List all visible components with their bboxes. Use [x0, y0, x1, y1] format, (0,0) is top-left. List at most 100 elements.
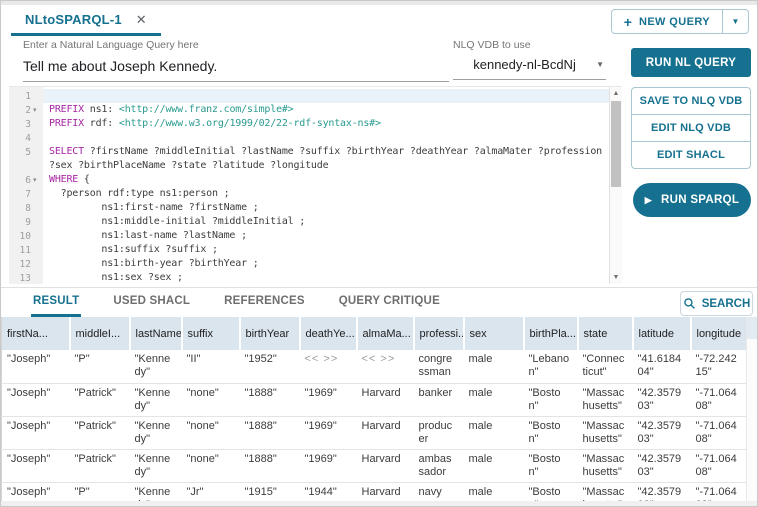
- line-number: 10: [9, 229, 43, 243]
- table-cell: "1888": [240, 449, 300, 482]
- column-header[interactable]: state: [578, 317, 633, 350]
- line-number: 6▾: [9, 173, 43, 187]
- column-header[interactable]: middleI...: [70, 317, 130, 350]
- table-cell: Harvard: [357, 449, 414, 482]
- bottom-strip: [1, 501, 758, 507]
- table-cell: << >>: [300, 350, 357, 383]
- table-row[interactable]: "Joseph""Patrick""Kennedy""none""1888""1…: [2, 449, 747, 482]
- table-cell: "Joseph": [2, 449, 70, 482]
- table-cell: "Joseph": [2, 416, 70, 449]
- save-to-nlq-vdb-button[interactable]: SAVE TO NLQ VDB: [631, 87, 751, 115]
- table-cell: "42.357903": [633, 449, 691, 482]
- search-button[interactable]: SEARCH: [680, 291, 753, 316]
- result-table-body: "Joseph""P""Kennedy""II""1952"<< >><< >>…: [2, 350, 747, 507]
- table-row[interactable]: "Joseph""Patrick""Kennedy""none""1888""1…: [2, 383, 747, 416]
- editor-scrollbar[interactable]: ▲ ▼: [609, 87, 622, 284]
- edit-shacl-button[interactable]: EDIT SHACL: [631, 141, 751, 169]
- table-cell: "1969": [300, 449, 357, 482]
- code-text: ns1:last-name ?lastName ;: [43, 229, 609, 243]
- column-header[interactable]: firstNa...: [2, 317, 70, 350]
- column-header[interactable]: suffix: [182, 317, 240, 350]
- code-text: ns1:first-name ?firstName ;: [43, 201, 609, 215]
- table-scrollbar[interactable]: [746, 317, 758, 507]
- code-text: ?person rdf:type ns1:person ;: [43, 187, 609, 201]
- line-number: 9: [9, 215, 43, 229]
- column-header[interactable]: deathYe...: [300, 317, 357, 350]
- table-cell: "42.357903": [633, 416, 691, 449]
- plus-icon: +: [624, 14, 632, 30]
- line-number: 3: [9, 117, 43, 131]
- line-number: 2▾: [9, 103, 43, 117]
- table-cell: "Kennedy": [130, 416, 182, 449]
- table-cell: "Boston": [524, 383, 578, 416]
- table-cell: "1888": [240, 416, 300, 449]
- code-line: 1: [9, 89, 609, 103]
- run-nl-query-button[interactable]: RUN NL QUERY: [631, 48, 751, 77]
- table-cell: ambassador: [414, 449, 464, 482]
- fold-icon[interactable]: ▾: [33, 176, 37, 184]
- table-cell: "none": [182, 416, 240, 449]
- result-table-header-row: firstNa...middleI...lastNamesuffixbirthY…: [2, 317, 747, 350]
- scrollbar-thumb[interactable]: [611, 101, 621, 187]
- run-sparql-button[interactable]: ▶ RUN SPARQL: [633, 183, 751, 217]
- table-cell: "Patrick": [70, 449, 130, 482]
- table-cell: "none": [182, 449, 240, 482]
- column-header[interactable]: birthYear: [240, 317, 300, 350]
- tab-used-shacl[interactable]: USED SHACL: [111, 288, 192, 317]
- edit-nlq-vdb-button[interactable]: EDIT NLQ VDB: [631, 114, 751, 142]
- table-cell: banker: [414, 383, 464, 416]
- line-number: 11: [9, 243, 43, 257]
- code-line: 13 ns1:sex ?sex ;: [9, 271, 609, 284]
- fold-icon[interactable]: ▾: [33, 106, 37, 114]
- nlq-vdb-select[interactable]: NLQ VDB to use kennedy-nl-BcdNj ▼: [453, 39, 606, 80]
- column-header[interactable]: professi...: [414, 317, 464, 350]
- nl-query-label: Enter a Natural Language Query here: [23, 39, 449, 51]
- tab-result[interactable]: RESULT: [31, 288, 81, 317]
- code-line: 10 ns1:last-name ?lastName ;: [9, 229, 609, 243]
- table-cell: "P": [70, 350, 130, 383]
- nl-query-input[interactable]: [23, 58, 449, 82]
- table-cell: "41.618404": [633, 350, 691, 383]
- sparql-editor[interactable]: 12▾PREFIX ns1: <http://www.franz.com/sim…: [9, 86, 622, 284]
- code-text: SELECT ?firstName ?middleInitial ?lastNa…: [43, 145, 609, 159]
- new-query-split-button: + NEW QUERY ▼: [611, 9, 749, 34]
- table-cell: Harvard: [357, 416, 414, 449]
- scroll-up-icon[interactable]: ▲: [610, 87, 622, 100]
- table-cell: "Patrick": [70, 383, 130, 416]
- new-query-button[interactable]: + NEW QUERY: [612, 10, 722, 33]
- column-header[interactable]: sex: [464, 317, 524, 350]
- table-cell: "Lebanon": [524, 350, 578, 383]
- table-cell: "II": [182, 350, 240, 383]
- column-header[interactable]: lastName: [130, 317, 182, 350]
- table-row[interactable]: "Joseph""Patrick""Kennedy""none""1888""1…: [2, 416, 747, 449]
- result-table-wrap: firstNa...middleI...lastNamesuffixbirthY…: [1, 317, 746, 507]
- new-query-label: NEW QUERY: [639, 16, 710, 28]
- table-cell: "Boston": [524, 416, 578, 449]
- table-cell: "-71.06408": [691, 383, 747, 416]
- tab-references[interactable]: REFERENCES: [222, 288, 307, 317]
- nlq-vdb-value: kennedy-nl-BcdNj: [453, 57, 596, 72]
- new-query-dropdown-button[interactable]: ▼: [722, 10, 748, 33]
- table-row[interactable]: "Joseph""P""Kennedy""II""1952"<< >><< >>…: [2, 350, 747, 383]
- column-header[interactable]: longitude: [691, 317, 747, 350]
- tab-label: NLtoSPARQL-1: [25, 12, 122, 27]
- line-number: 12: [9, 257, 43, 271]
- column-header[interactable]: almaMa...: [357, 317, 414, 350]
- code-text: ns1:suffix ?suffix ;: [43, 243, 609, 257]
- line-number: 8: [9, 201, 43, 215]
- close-icon[interactable]: ✕: [136, 13, 147, 26]
- table-cell: "Patrick": [70, 416, 130, 449]
- table-cell: "Connecticut": [578, 350, 633, 383]
- tab-nltosparql-1[interactable]: NLtoSPARQL-1 ✕: [11, 5, 161, 36]
- scroll-down-icon[interactable]: ▼: [610, 271, 622, 284]
- table-cell: "1969": [300, 416, 357, 449]
- column-header[interactable]: birthPla...: [524, 317, 578, 350]
- code-line: 8 ns1:first-name ?firstName ;: [9, 201, 609, 215]
- table-cell: "1969": [300, 383, 357, 416]
- column-header[interactable]: latitude: [633, 317, 691, 350]
- nlq-vdb-label: NLQ VDB to use: [453, 39, 606, 51]
- search-icon: [683, 297, 696, 310]
- tab-query-critique[interactable]: QUERY CRITIQUE: [337, 288, 442, 317]
- table-cell: "Massachusetts": [578, 449, 633, 482]
- code-text: [43, 131, 609, 145]
